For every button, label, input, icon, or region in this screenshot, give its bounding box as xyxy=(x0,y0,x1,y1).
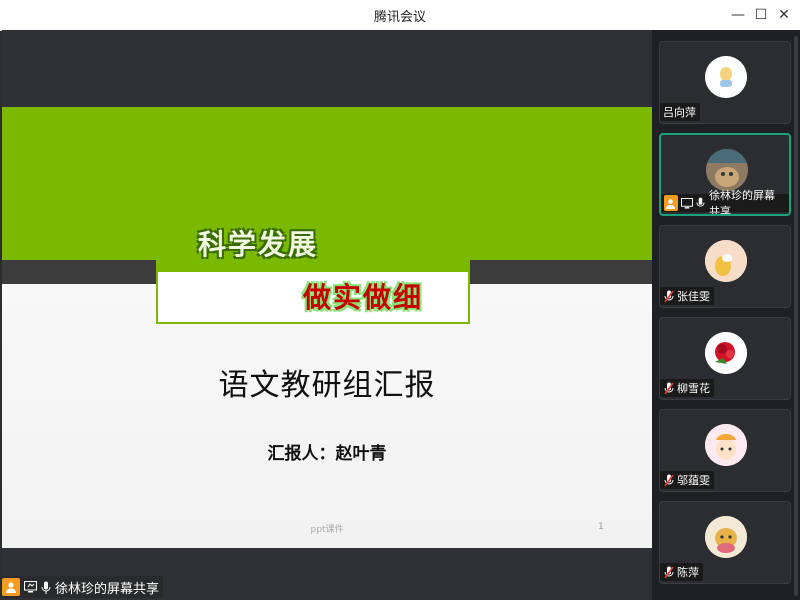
participant-name-tag: 徐林珍的屏幕共享 xyxy=(661,189,789,214)
meeting-window: 腾讯会议 — ☐ ✕ 科学发展 做实做细 语文教研组汇报 汇报人：赵叶青 ppt… xyxy=(0,0,800,600)
participant-tile[interactable]: 邬蕴雯 xyxy=(659,409,791,492)
microphone-muted-icon xyxy=(663,565,675,579)
microphone-muted-icon xyxy=(663,381,675,395)
share-badge-label: 徐林珍的屏幕共享 xyxy=(55,581,160,597)
microphone-icon xyxy=(39,580,53,594)
screen-share-icon xyxy=(680,196,693,210)
participant-tile[interactable]: 陈萍 xyxy=(659,501,791,584)
close-button[interactable]: ✕ xyxy=(768,0,800,30)
participant-name: 吕向萍 xyxy=(663,106,696,119)
presentation-slide: 科学发展 做实做细 语文教研组汇报 汇报人：赵叶青 ppt课件 1 xyxy=(2,107,652,548)
participant-tile[interactable]: 徐林珍的屏幕共享 xyxy=(659,133,791,216)
screen-share-badge: 徐林珍的屏幕共享 xyxy=(2,576,164,598)
avatar xyxy=(705,240,747,282)
participant-name: 柳雪花 xyxy=(677,382,710,395)
slide-footer-note: ppt课件 xyxy=(310,525,344,535)
slide-reporter: 汇报人：赵叶青 xyxy=(267,444,387,464)
user-icon xyxy=(664,195,678,211)
screen-share-icon xyxy=(23,580,37,594)
avatar xyxy=(705,332,747,374)
avatar xyxy=(705,56,747,98)
participant-name: 陈萍 xyxy=(677,566,699,579)
participant-tile[interactable]: 张佳雯 xyxy=(659,225,791,308)
participant-name: 张佳雯 xyxy=(677,290,710,303)
participant-name: 徐林珍的屏幕共享 xyxy=(709,189,775,216)
banner-top: 科学发展 xyxy=(158,218,468,272)
avatar xyxy=(705,516,747,558)
title-bar: 腾讯会议 — ☐ ✕ xyxy=(0,0,800,31)
slide-banner: 科学发展 做实做细 xyxy=(156,216,470,324)
slide-page-number: 1 xyxy=(598,522,604,532)
participant-tile[interactable]: 吕向萍 xyxy=(659,41,791,124)
shared-screen-area[interactable]: 科学发展 做实做细 语文教研组汇报 汇报人：赵叶青 ppt课件 1 xyxy=(2,30,652,600)
minimize-icon: — xyxy=(731,7,745,23)
participant-tile[interactable]: 柳雪花 xyxy=(659,317,791,400)
close-icon: ✕ xyxy=(778,7,790,23)
microphone-muted-icon xyxy=(663,289,675,303)
participant-name-tag: 张佳雯 xyxy=(660,287,714,305)
sidebar-scrollbar[interactable] xyxy=(794,36,798,596)
maximize-icon: ☐ xyxy=(754,7,768,23)
participant-name-tag: 陈萍 xyxy=(660,563,703,581)
window-title: 腾讯会议 xyxy=(373,10,426,25)
avatar xyxy=(706,149,748,191)
participant-name-tag: 邬蕴雯 xyxy=(660,471,714,489)
participant-name: 邬蕴雯 xyxy=(677,474,710,487)
avatar xyxy=(705,424,747,466)
banner-top-text: 科学发展 xyxy=(198,228,319,261)
microphone-icon xyxy=(695,196,707,210)
banner-bottom-text: 做实做细 xyxy=(303,281,424,314)
slide-title: 语文教研组汇报 xyxy=(218,368,436,403)
user-icon xyxy=(2,578,20,596)
participant-name-tag: 吕向萍 xyxy=(660,103,700,121)
microphone-muted-icon xyxy=(663,473,675,487)
participant-name-tag: 柳雪花 xyxy=(660,379,714,397)
